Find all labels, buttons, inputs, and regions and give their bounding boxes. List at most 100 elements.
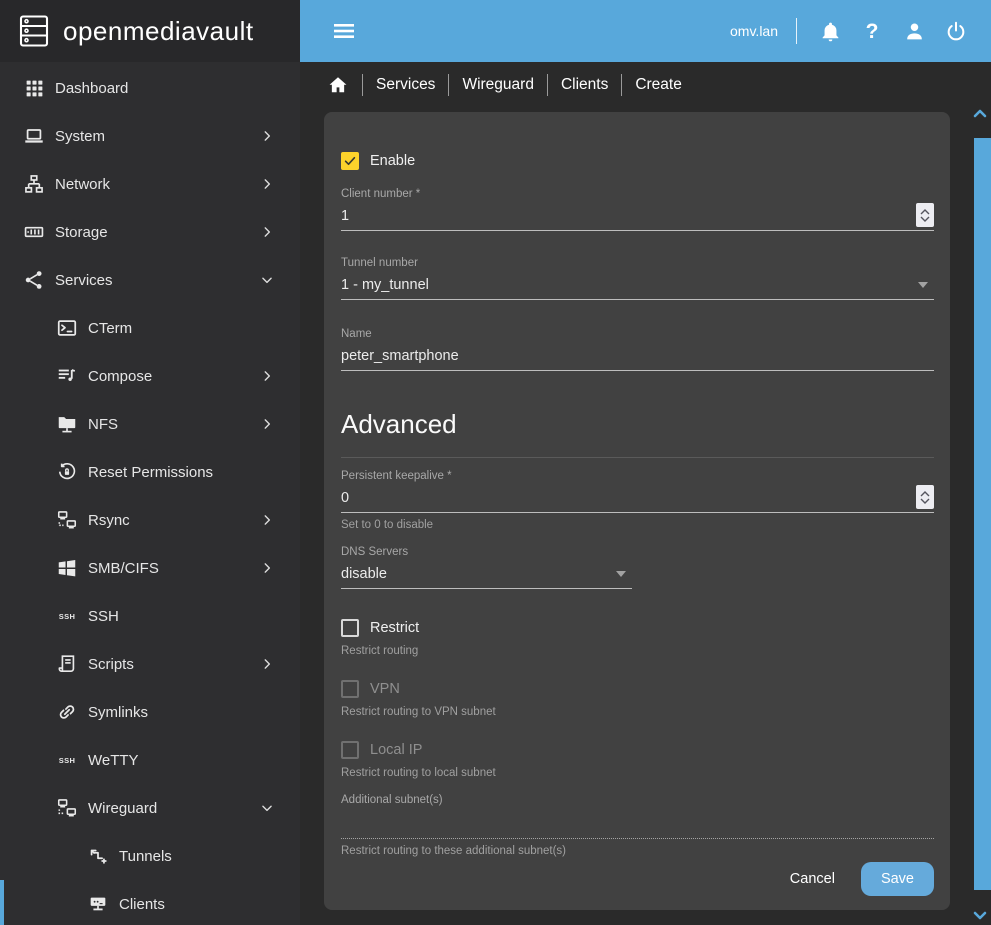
sidebar-item-label: SMB/CIFS <box>88 560 159 577</box>
enable-checkbox[interactable] <box>341 152 359 170</box>
sidebar-item-nfs[interactable]: NFS <box>0 400 300 448</box>
sidebar-item-symlinks[interactable]: Symlinks <box>0 688 300 736</box>
sidebar-item-network[interactable]: Network <box>0 160 300 208</box>
sidebar-item-label: Storage <box>55 224 108 241</box>
dns-servers-select[interactable] <box>341 563 632 589</box>
sidebar-item-label: Compose <box>88 368 152 385</box>
sidebar-item-rsync[interactable]: Rsync <box>0 496 300 544</box>
advanced-section-heading: Advanced <box>341 409 934 439</box>
persistent-keepalive-hint: Set to 0 to disable <box>341 518 934 532</box>
dns-servers-field: DNS Servers <box>341 546 934 589</box>
power-icon[interactable] <box>939 14 973 48</box>
persistent-keepalive-field: Persistent keepalive * Set to 0 to disab… <box>341 470 934 532</box>
restrict-checkbox[interactable] <box>341 619 359 637</box>
topbar-right-cluster: omv.lan ? <box>730 14 973 48</box>
notifications-bell-icon[interactable] <box>813 14 847 48</box>
create-client-form-card: Enable Client number * Tunnel number <box>324 112 950 910</box>
topbar: omv.lan ? <box>300 0 991 62</box>
help-icon[interactable]: ? <box>855 14 889 48</box>
client-number-input[interactable] <box>341 205 934 227</box>
clients-devices-icon <box>86 892 110 916</box>
scrollbar-thumb[interactable] <box>974 138 991 890</box>
additional-subnets-input[interactable] <box>341 815 934 837</box>
sidebar-item-clients[interactable]: Clients <box>0 880 300 925</box>
main-content: Services Wireguard Clients Create Enable… <box>300 62 991 925</box>
tunnel-number-label: Tunnel number <box>341 257 934 270</box>
symlinks-link-icon <box>55 700 79 724</box>
sidebar-item-storage[interactable]: Storage <box>0 208 300 256</box>
sidebar-item-reset-permissions[interactable]: Reset Permissions <box>0 448 300 496</box>
sidebar-item-dashboard[interactable]: Dashboard <box>0 64 300 112</box>
breadcrumb-separator <box>547 74 548 96</box>
sidebar-item-label: Symlinks <box>88 704 148 721</box>
breadcrumb-separator <box>621 74 622 96</box>
app-window: openmediavault omv.lan ? <box>0 0 991 925</box>
sidebar-item-smb-cifs[interactable]: SMB/CIFS <box>0 544 300 592</box>
chevron-down-icon <box>260 273 274 287</box>
brand-title: openmediavault <box>63 16 254 47</box>
name-input[interactable] <box>341 345 934 367</box>
persistent-keepalive-label: Persistent keepalive * <box>341 470 934 483</box>
home-icon[interactable] <box>327 74 349 96</box>
chevron-right-icon <box>260 561 274 575</box>
checkbox-check-icon <box>343 154 357 168</box>
wetty-ssh-text-icon: SSH <box>55 748 79 772</box>
sidebar-item-label: SSH <box>88 608 119 625</box>
spinner-up-icon <box>920 209 930 215</box>
hamburger-menu-icon[interactable] <box>327 14 361 48</box>
reset-permissions-restore-lock-icon <box>55 460 79 484</box>
spinner-down-icon <box>920 498 930 504</box>
cancel-button[interactable]: Cancel <box>774 863 851 895</box>
persistent-keepalive-spinner[interactable] <box>916 485 934 509</box>
scroll-down-icon[interactable] <box>973 908 987 925</box>
client-number-spinner[interactable] <box>916 203 934 227</box>
sidebar: Dashboard System Network <box>0 62 300 925</box>
local-ip-checkbox <box>341 741 359 759</box>
tunnel-number-value[interactable] <box>341 274 934 296</box>
sidebar-item-services[interactable]: Services <box>0 256 300 304</box>
save-button[interactable]: Save <box>861 862 934 896</box>
topbar-divider <box>796 18 797 44</box>
sidebar-item-compose[interactable]: Compose <box>0 352 300 400</box>
brand-header: openmediavault <box>0 0 300 62</box>
nfs-folder-network-icon <box>55 412 79 436</box>
chevron-down-icon <box>260 801 274 815</box>
sidebar-item-cterm[interactable]: CTerm <box>0 304 300 352</box>
breadcrumb-item-services[interactable]: Services <box>376 76 435 94</box>
vpn-checkbox <box>341 680 359 698</box>
chevron-right-icon <box>260 369 274 383</box>
chevron-right-icon <box>260 177 274 191</box>
sidebar-item-tunnels[interactable]: Tunnels <box>0 832 300 880</box>
breadcrumb-item-clients[interactable]: Clients <box>561 76 608 94</box>
sidebar-item-label: WeTTY <box>88 752 139 769</box>
tunnel-number-select[interactable] <box>341 274 934 300</box>
dns-servers-value[interactable] <box>341 563 632 585</box>
sidebar-item-wetty[interactable]: SSH WeTTY <box>0 736 300 784</box>
chevron-right-icon <box>260 657 274 671</box>
ssh-text-icon: SSH <box>55 604 79 628</box>
chevron-right-icon <box>260 129 274 143</box>
sidebar-item-label: Dashboard <box>55 80 128 97</box>
vpn-field: VPN Restrict routing to VPN subnet <box>341 678 934 719</box>
hostname-label: omv.lan <box>730 23 778 39</box>
persistent-keepalive-input[interactable] <box>341 487 934 509</box>
sidebar-item-ssh[interactable]: SSH SSH <box>0 592 300 640</box>
name-label: Name <box>341 328 934 341</box>
sidebar-item-wireguard[interactable]: Wireguard <box>0 784 300 832</box>
sidebar-item-label: CTerm <box>88 320 132 337</box>
compose-playlist-icon <box>55 364 79 388</box>
sidebar-item-label: NFS <box>88 416 118 433</box>
chevron-right-icon <box>260 513 274 527</box>
additional-subnets-field: Additional subnet(s) Restrict routing to… <box>341 794 934 858</box>
breadcrumb-item-create[interactable]: Create <box>635 76 682 94</box>
scroll-up-icon[interactable] <box>973 105 987 123</box>
sidebar-item-system[interactable]: System <box>0 112 300 160</box>
sidebar-item-label: Wireguard <box>88 800 157 817</box>
breadcrumb-item-wireguard[interactable]: Wireguard <box>462 76 534 94</box>
sidebar-item-scripts[interactable]: Scripts <box>0 640 300 688</box>
user-icon[interactable] <box>897 14 931 48</box>
spinner-up-icon <box>920 491 930 497</box>
form-actions: Cancel Save <box>341 862 934 898</box>
sidebar-item-label: Services <box>55 272 113 289</box>
tunnel-number-field: Tunnel number <box>341 257 934 300</box>
